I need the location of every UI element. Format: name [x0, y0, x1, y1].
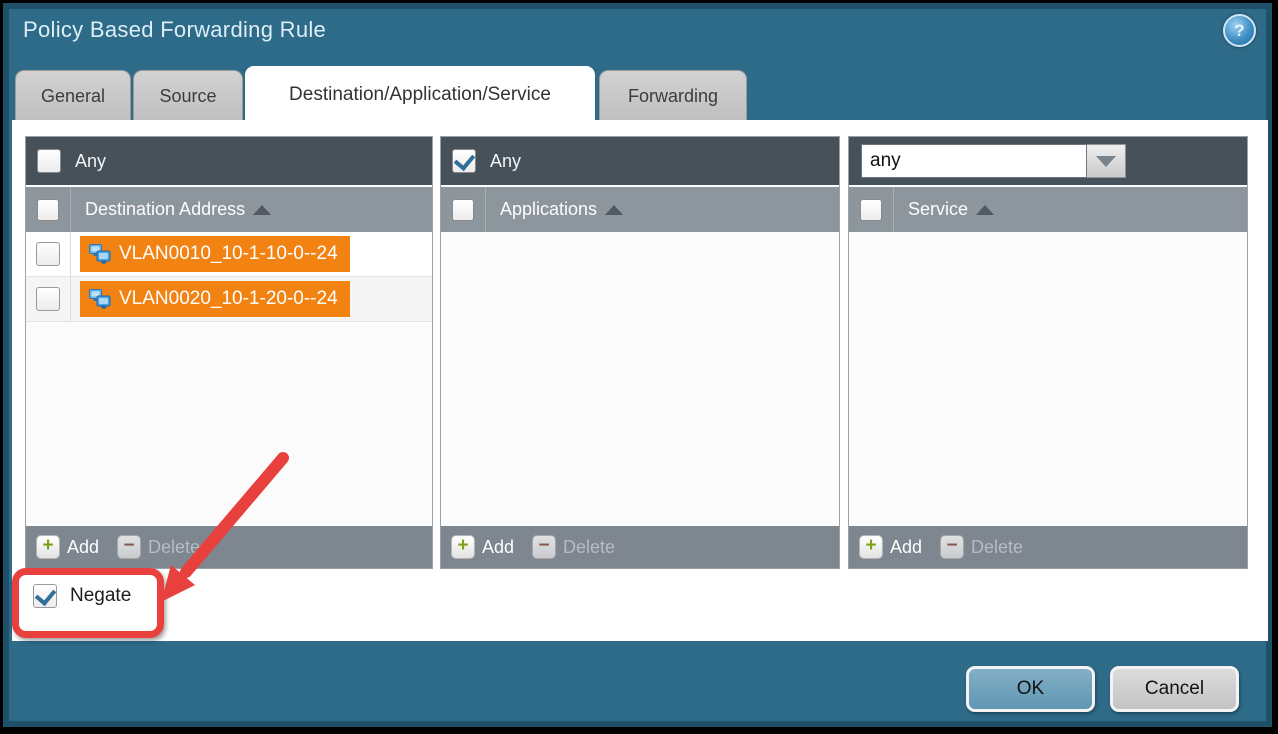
dialog-title: Policy Based Forwarding Rule: [23, 17, 326, 43]
tab-label: Forwarding: [628, 86, 718, 107]
row-checkbox[interactable]: [36, 287, 60, 311]
service-dropdown[interactable]: any: [861, 144, 1126, 178]
chevron-down-icon: [1096, 156, 1116, 167]
applications-list: [441, 232, 839, 524]
destination-toolbar: + Add − Delete: [26, 524, 432, 568]
tab-forwarding[interactable]: Forwarding: [599, 70, 747, 121]
service-column-header: Service: [849, 185, 1247, 232]
plus-icon: +: [451, 535, 475, 559]
delete-button[interactable]: − Delete: [532, 535, 615, 559]
applications-select-all-checkbox[interactable]: [452, 199, 474, 221]
applications-toolbar: + Add − Delete: [441, 524, 839, 568]
minus-icon: −: [940, 535, 964, 559]
network-icon: [88, 243, 112, 265]
service-column: any Service +: [848, 136, 1248, 569]
sort-ascending-icon[interactable]: [605, 205, 623, 215]
destination-any-label: Any: [75, 151, 106, 172]
address-object-label: VLAN0010_10-1-10-0--24: [119, 243, 338, 265]
minus-icon: −: [532, 535, 556, 559]
add-button[interactable]: + Add: [451, 535, 514, 559]
service-header-label: Service: [908, 199, 968, 220]
tab-content-panel: Any Destination Address: [12, 120, 1268, 641]
row-checkbox[interactable]: [36, 242, 60, 266]
service-list: [849, 232, 1247, 524]
tab-general[interactable]: General: [15, 70, 131, 121]
policy-forwarding-dialog: Policy Based Forwarding Rule ? General S…: [3, 3, 1272, 727]
negate-label: Negate: [70, 585, 131, 607]
table-row: VLAN0010_10-1-10-0--24: [26, 232, 432, 277]
applications-any-checkbox[interactable]: [452, 149, 476, 173]
applications-column-header: Applications: [441, 185, 839, 232]
destination-header-label: Destination Address: [85, 199, 245, 220]
add-button[interactable]: + Add: [859, 535, 922, 559]
delete-button[interactable]: − Delete: [940, 535, 1023, 559]
destination-any-checkbox[interactable]: [37, 149, 61, 173]
service-dropdown-value: any: [861, 144, 1087, 178]
table-row: VLAN0020_10-1-20-0--24: [26, 277, 432, 322]
applications-column: Any Applications + Add −: [440, 136, 840, 569]
dropdown-button[interactable]: [1087, 144, 1126, 178]
cancel-button[interactable]: Cancel: [1110, 666, 1239, 712]
help-icon[interactable]: ?: [1223, 14, 1256, 47]
tab-source[interactable]: Source: [133, 70, 243, 121]
tab-label: Source: [159, 86, 216, 107]
add-button[interactable]: + Add: [36, 535, 99, 559]
sort-ascending-icon[interactable]: [253, 205, 271, 215]
service-select-all-checkbox[interactable]: [860, 199, 882, 221]
plus-icon: +: [859, 535, 883, 559]
destination-column: Any Destination Address: [25, 136, 433, 569]
destination-list: VLAN0010_10-1-10-0--24: [26, 232, 432, 524]
tab-label: Destination/Application/Service: [289, 84, 551, 106]
address-object-chip[interactable]: VLAN0020_10-1-20-0--24: [80, 281, 350, 317]
delete-button[interactable]: − Delete: [117, 535, 200, 559]
minus-icon: −: [117, 535, 141, 559]
applications-any-label: Any: [490, 151, 521, 172]
address-object-chip[interactable]: VLAN0010_10-1-10-0--24: [80, 236, 350, 272]
tab-destination-application-service[interactable]: Destination/Application/Service: [245, 66, 595, 122]
tab-label: General: [41, 86, 105, 107]
screen: Policy Based Forwarding Rule ? General S…: [0, 0, 1278, 734]
negate-checkbox[interactable]: [33, 584, 57, 608]
plus-icon: +: [36, 535, 60, 559]
applications-header-label: Applications: [500, 199, 597, 220]
destination-select-all-checkbox[interactable]: [37, 199, 59, 221]
address-object-label: VLAN0020_10-1-20-0--24: [119, 288, 338, 310]
applications-any-bar: Any: [441, 137, 839, 185]
ok-button[interactable]: OK: [966, 666, 1095, 712]
negate-row: Negate: [33, 584, 131, 608]
destination-column-header: Destination Address: [26, 185, 432, 232]
service-toolbar: + Add − Delete: [849, 524, 1247, 568]
sort-ascending-icon[interactable]: [976, 205, 994, 215]
service-any-bar: any: [849, 137, 1247, 185]
network-icon: [88, 288, 112, 310]
destination-any-bar: Any: [26, 137, 432, 185]
